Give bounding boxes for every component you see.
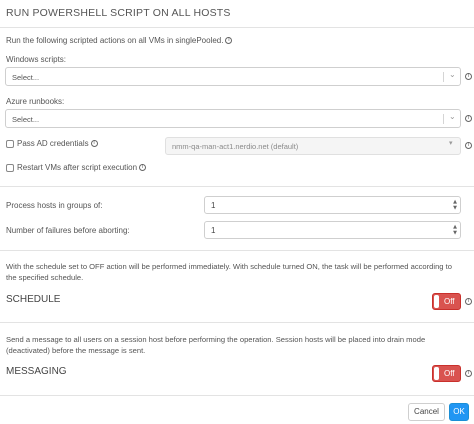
pass-ad-label-row: Pass AD credentials i [17, 139, 98, 148]
pass-ad-label: Pass AD credentials [17, 139, 89, 148]
info-icon[interactable]: i [465, 298, 472, 305]
pass-ad-checkbox[interactable] [6, 140, 14, 148]
intro-label: Run the following scripted actions on al… [6, 36, 224, 45]
restart-vms-checkbox[interactable] [6, 164, 14, 172]
windows-scripts-label: Windows scripts: [6, 55, 67, 64]
messaging-note-line2: (deactivated) before the message is sent… [6, 346, 146, 355]
divider [0, 186, 474, 187]
failures-input[interactable]: 1 ▲ ▼ [204, 221, 461, 239]
divider [0, 322, 474, 323]
select-separator [443, 72, 444, 82]
select-separator [443, 114, 444, 124]
process-groups-value: 1 [211, 201, 216, 210]
messaging-note-line1: Send a message to all users on a session… [6, 335, 426, 344]
messaging-toggle-label: Off [444, 369, 455, 378]
info-icon[interactable]: i [139, 164, 147, 172]
info-icon[interactable]: i [465, 73, 472, 80]
intro-text: Run the following scripted actions on al… [6, 36, 233, 45]
info-icon[interactable]: i [225, 37, 233, 45]
divider [0, 250, 474, 251]
windows-scripts-select[interactable]: Select... ⌄ [5, 67, 461, 86]
cancel-button[interactable]: Cancel [408, 403, 445, 421]
restart-vms-label: Restart VMs after script execution [17, 163, 138, 172]
spin-arrows-icon[interactable]: ▲ ▼ [453, 199, 457, 211]
process-groups-input[interactable]: 1 ▲ ▼ [204, 196, 461, 214]
toggle-knob [434, 367, 439, 380]
dialog-title: RUN POWERSHELL SCRIPT ON ALL HOSTS [6, 7, 231, 19]
footer-divider [0, 395, 474, 396]
schedule-toggle-label: Off [444, 297, 455, 306]
azure-runbooks-select[interactable]: Select... ⌄ [5, 109, 461, 128]
azure-runbooks-label: Azure runbooks: [6, 97, 65, 106]
process-groups-label: Process hosts in groups of: [6, 201, 103, 210]
schedule-title: SCHEDULE [6, 294, 61, 305]
info-icon[interactable]: i [465, 115, 472, 122]
schedule-note-line1: With the schedule set to OFF action will… [6, 262, 452, 271]
ok-button[interactable]: OK [449, 403, 469, 421]
info-icon[interactable]: i [90, 140, 98, 148]
restart-vms-label-row: Restart VMs after script execution i [17, 163, 147, 172]
spin-arrows-icon[interactable]: ▲ ▼ [453, 224, 457, 236]
toggle-knob [434, 295, 439, 308]
windows-scripts-value: Select... [12, 73, 40, 82]
failures-label: Number of failures before aborting: [6, 226, 130, 235]
failures-value: 1 [211, 226, 216, 235]
ad-credentials-select[interactable]: nmm-qa-man-act1.nerdio.net (default) ▾ [165, 137, 461, 155]
messaging-title: MESSAGING [6, 366, 67, 377]
schedule-note-line2: the specified schedule. [6, 273, 84, 282]
info-icon[interactable]: i [465, 370, 472, 377]
messaging-toggle[interactable]: Off [432, 365, 461, 382]
info-icon[interactable]: i [465, 142, 472, 149]
azure-runbooks-value: Select... [12, 115, 40, 124]
chevron-down-icon[interactable]: ⌄ [449, 70, 456, 79]
schedule-toggle[interactable]: Off [432, 293, 461, 310]
ad-credentials-value: nmm-qa-man-act1.nerdio.net (default) [172, 142, 299, 151]
header-divider [0, 27, 474, 28]
chevron-down-icon[interactable]: ⌄ [449, 112, 456, 121]
chevron-down-icon[interactable]: ▾ [449, 139, 453, 147]
